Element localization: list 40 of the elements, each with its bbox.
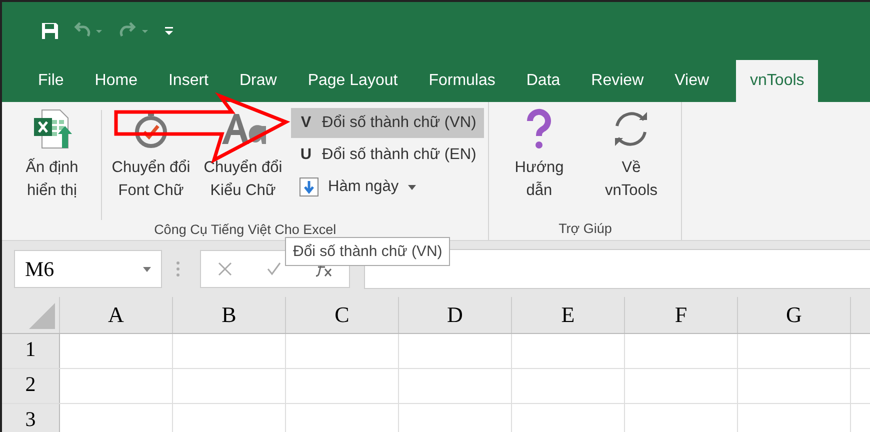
ribbon-button[interactable]: U Đổi số thành chữ (EN) — [291, 140, 484, 170]
spreadsheet-icon — [32, 108, 72, 150]
name-box[interactable]: M6 — [14, 250, 162, 288]
ribbon-tab[interactable]: Insert — [154, 60, 222, 102]
tooltip: Đổi số thành chữ (VN) — [285, 237, 450, 266]
checkmark-icon[interactable] — [266, 261, 282, 277]
ribbon-tab[interactable]: Review — [577, 60, 658, 102]
ribbon-tab[interactable]: Data — [512, 60, 574, 102]
ribbon-button[interactable]: Hướng dẫn — [493, 108, 586, 202]
ribbon-tab[interactable]: vnTools — [736, 60, 818, 102]
ribbon-tab[interactable]: Home — [80, 60, 152, 102]
ribbon-button[interactable]: V Đổi số thành chữ (VN) — [291, 108, 484, 138]
ribbon-button[interactable]: Ấn định hiển thị — [6, 108, 98, 202]
dropdown-caret-icon — [143, 266, 151, 272]
row-header[interactable]: 3 — [2, 404, 60, 432]
group-label: Trợ Giúp — [558, 221, 613, 238]
grip-icon — [176, 261, 180, 277]
column-header[interactable]: B — [173, 297, 286, 333]
column-header[interactable]: G — [738, 297, 851, 333]
column-header[interactable]: E — [512, 297, 625, 333]
ribbon-tab[interactable]: Page Layout — [294, 60, 412, 102]
column-header[interactable]: F — [625, 297, 738, 333]
ribbon-button[interactable]: Chuyển đổi Kiểu Chữ — [197, 108, 289, 202]
ribbon-button[interactable]: Chuyển đổi Font Chữ — [105, 108, 197, 202]
cancel-icon[interactable] — [217, 261, 234, 277]
ribbon-tab[interactable]: View — [660, 60, 724, 102]
column-header[interactable]: A — [60, 297, 173, 333]
group-label: Công Cụ Tiếng Việt Cho Excel — [153, 222, 338, 239]
ribbon-tab[interactable]: Formulas — [414, 60, 510, 102]
ribbon-tab[interactable]: File — [24, 60, 78, 102]
ribbon-tab[interactable]: Draw — [225, 60, 291, 102]
customize-icon[interactable] — [164, 25, 174, 37]
ribbon-button[interactable]: Về vnTools — [585, 108, 678, 202]
row-header[interactable]: 2 — [2, 369, 60, 403]
ribbon-button[interactable]: Hàm ngày — [291, 172, 484, 202]
save-icon[interactable] — [40, 21, 60, 41]
select-all-icon[interactable] — [29, 303, 55, 329]
column-header[interactable]: D — [399, 297, 512, 333]
column-header[interactable]: C — [286, 297, 399, 333]
row-header[interactable]: 1 — [2, 334, 60, 368]
